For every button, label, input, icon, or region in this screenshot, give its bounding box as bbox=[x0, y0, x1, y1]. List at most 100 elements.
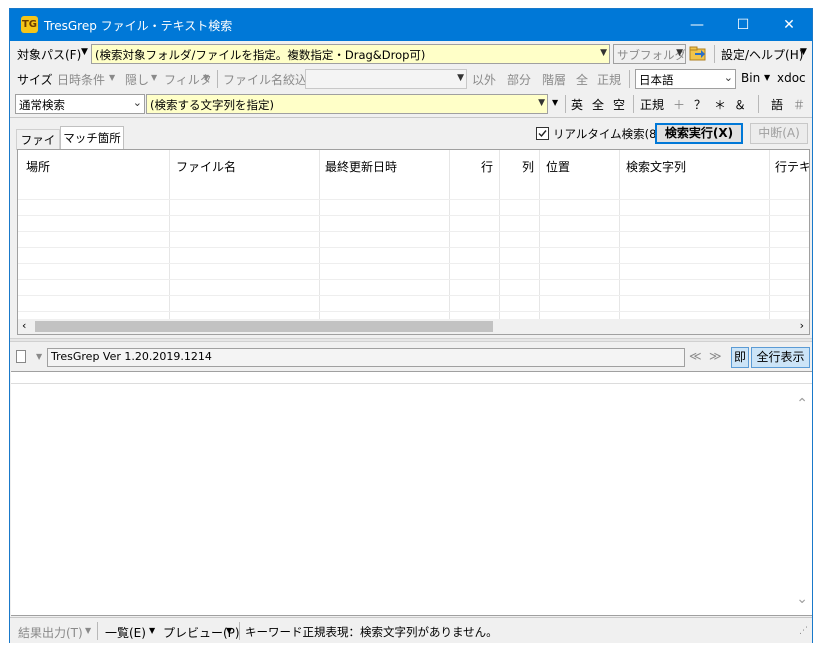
chevron-down-icon[interactable]: ⌄ bbox=[724, 71, 733, 84]
execute-search-button[interactable]: 検索実行(X) bbox=[655, 123, 743, 144]
row-divider bbox=[18, 263, 809, 264]
partial-toggle[interactable]: 部分 bbox=[507, 71, 531, 88]
prev-match-button[interactable]: ≪ bbox=[689, 349, 702, 363]
subfolder-dropdown[interactable]: サブフォルダ ▼ bbox=[613, 44, 686, 64]
hierarchy-toggle[interactable]: 階層 bbox=[542, 71, 566, 88]
amp-toggle[interactable]: ＆ bbox=[734, 96, 746, 113]
filename-filter-input[interactable]: ▼ bbox=[305, 69, 467, 89]
status-message: キーワード正規表現：検索文字列がありません。 bbox=[245, 625, 498, 639]
realtime-label[interactable]: リアルタイム検索(8) bbox=[553, 126, 661, 142]
search-mode-value: 通常検索 bbox=[19, 98, 65, 112]
chevron-down-icon[interactable]: ▼ bbox=[538, 98, 545, 108]
chevron-down-icon[interactable]: ▼ bbox=[226, 626, 232, 635]
chevron-down-icon[interactable]: ▼ bbox=[151, 73, 157, 82]
resize-grip-icon[interactable]: ⋰ bbox=[799, 626, 808, 636]
target-path-input[interactable]: (検索対象フォルダ/ファイルを指定。複数指定・Drag&Drop可) ▼ bbox=[91, 44, 610, 64]
splitter[interactable] bbox=[10, 338, 812, 342]
tab-matches[interactable]: マッチ箇所 bbox=[60, 126, 124, 150]
settings-dropdown-icon[interactable]: ▼ bbox=[800, 47, 807, 57]
next-match-button[interactable]: ≫ bbox=[709, 349, 722, 363]
main-window: TG TresGrep ファイル・テキスト検索 — ☐ ✕ 対象パス(F) ▼ … bbox=[9, 8, 813, 643]
case-toggle[interactable]: 英 bbox=[571, 96, 583, 113]
separator bbox=[758, 95, 759, 113]
chevron-down-icon: ▼ bbox=[676, 48, 683, 58]
title-bar[interactable]: TG TresGrep ファイル・テキスト検索 — ☐ ✕ bbox=[10, 9, 812, 41]
language-select[interactable]: 日本語 ⌄ bbox=[635, 69, 736, 89]
target-path-label[interactable]: 対象パス(F) bbox=[17, 46, 81, 63]
except-toggle[interactable]: 以外 bbox=[472, 71, 496, 88]
regex-toggle[interactable]: 正規 bbox=[640, 96, 664, 113]
asterisk-toggle[interactable]: ＊ bbox=[714, 96, 726, 113]
column-header-filename[interactable]: ファイル名 bbox=[176, 158, 236, 175]
close-button[interactable]: ✕ bbox=[766, 9, 812, 41]
search-string-input[interactable]: (検索する文字列を指定) ▼ bbox=[146, 94, 548, 114]
immediate-button[interactable]: 即 bbox=[731, 347, 749, 368]
preview-toolbar: ▼ TresGrep Ver 1.20.2019.1214 ≪ ≫ 即 全行表示 bbox=[10, 345, 812, 369]
chevron-down-icon[interactable]: ▼ bbox=[85, 626, 91, 635]
separator bbox=[714, 45, 715, 63]
hash-toggle[interactable]: ＃ bbox=[793, 96, 805, 113]
word-toggle[interactable]: 語 bbox=[771, 96, 783, 113]
fullwidth-toggle[interactable]: 全 bbox=[592, 96, 604, 113]
minimize-button[interactable]: — bbox=[674, 9, 720, 41]
list-button[interactable]: 一覧(E) bbox=[105, 624, 146, 641]
folder-open-icon[interactable] bbox=[689, 45, 707, 62]
space-toggle[interactable]: 空 bbox=[613, 96, 625, 113]
maximize-button[interactable]: ☐ bbox=[720, 9, 766, 41]
preview-area[interactable]: ⌃ ⌄ bbox=[11, 371, 812, 616]
chevron-down-icon[interactable]: ▼ bbox=[36, 352, 42, 361]
xdoc-button[interactable]: xdoc bbox=[777, 71, 806, 85]
size-button[interactable]: サイズ bbox=[17, 71, 53, 88]
regex-toggle[interactable]: 正規 bbox=[597, 71, 621, 88]
scroll-right-icon[interactable]: › bbox=[800, 319, 804, 332]
window-title: TresGrep ファイル・テキスト検索 bbox=[44, 19, 233, 33]
target-path-placeholder: (検索対象フォルダ/ファイルを指定。複数指定・Drag&Drop可) bbox=[95, 48, 426, 62]
chevron-down-icon[interactable]: ▼ bbox=[149, 626, 155, 635]
scrollbar-thumb[interactable] bbox=[35, 321, 493, 332]
hidden-button[interactable]: 隠し bbox=[125, 71, 149, 88]
column-header-modified[interactable]: 最終更新日時 bbox=[325, 158, 397, 175]
settings-help-menu[interactable]: 設定/ヘルプ(H) bbox=[721, 46, 803, 63]
column-divider bbox=[319, 150, 320, 319]
plus-toggle[interactable]: ＋ bbox=[673, 96, 685, 113]
full-line-display-button[interactable]: 全行表示 bbox=[751, 347, 810, 368]
row-divider bbox=[18, 231, 809, 232]
divider bbox=[10, 117, 812, 118]
chevron-down-icon[interactable]: ▼ bbox=[109, 73, 115, 82]
column-divider bbox=[449, 150, 450, 319]
scroll-down-icon[interactable]: ⌄ bbox=[796, 591, 808, 607]
history-dropdown-icon[interactable]: ▼ bbox=[552, 98, 558, 107]
question-toggle[interactable]: ？ bbox=[694, 96, 706, 113]
realtime-checkbox[interactable] bbox=[536, 127, 549, 140]
preview-file-field[interactable]: TresGrep Ver 1.20.2019.1214 bbox=[47, 348, 685, 367]
separator bbox=[633, 95, 634, 113]
target-path-dropdown-icon[interactable]: ▼ bbox=[81, 47, 88, 57]
document-icon[interactable] bbox=[16, 350, 26, 363]
row-divider bbox=[18, 199, 809, 200]
separator bbox=[629, 70, 630, 88]
chevron-down-icon[interactable]: ▼ bbox=[203, 73, 209, 82]
column-header-column[interactable]: 列 bbox=[522, 158, 534, 175]
search-mode-select[interactable]: 通常検索 ⌄ bbox=[15, 94, 145, 114]
scroll-left-icon[interactable]: ‹ bbox=[22, 319, 26, 332]
output-results-button[interactable]: 結果出力(T) bbox=[18, 624, 83, 641]
bin-button[interactable]: Bin bbox=[741, 71, 760, 85]
scroll-up-icon[interactable]: ⌃ bbox=[796, 396, 808, 412]
tab-files[interactable]: ファイル bbox=[16, 129, 60, 167]
chevron-down-icon[interactable]: ▼ bbox=[600, 48, 607, 58]
row-divider bbox=[18, 247, 809, 248]
all-toggle[interactable]: 全 bbox=[576, 71, 588, 88]
results-table[interactable]: 場所 ファイル名 最終更新日時 行 列 位置 検索文字列 行テキ ‹ › bbox=[17, 149, 810, 335]
chevron-down-icon[interactable]: ▼ bbox=[764, 73, 770, 82]
column-header-location[interactable]: 場所 bbox=[26, 158, 50, 175]
date-condition-button[interactable]: 日時条件 bbox=[57, 71, 105, 88]
horizontal-scrollbar[interactable]: ‹ › bbox=[18, 319, 809, 334]
search-string-placeholder: (検索する文字列を指定) bbox=[150, 98, 274, 112]
chevron-down-icon[interactable]: ▼ bbox=[457, 73, 464, 83]
column-header-search-string[interactable]: 検索文字列 bbox=[626, 158, 686, 175]
column-header-position[interactable]: 位置 bbox=[546, 158, 570, 175]
abort-button[interactable]: 中断(A) bbox=[750, 123, 808, 144]
column-header-line-text[interactable]: 行テキ bbox=[775, 158, 809, 175]
column-header-line[interactable]: 行 bbox=[481, 158, 493, 175]
chevron-down-icon[interactable]: ⌄ bbox=[133, 96, 142, 109]
